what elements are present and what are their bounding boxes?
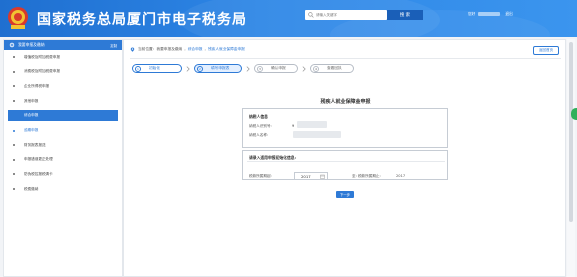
- step-receipt: 4 查看回执: [310, 64, 354, 73]
- divider: [247, 161, 445, 162]
- taxpayer-id-label: 纳税人识别号:: [249, 124, 272, 128]
- period-start-input[interactable]: 2017: [294, 172, 328, 180]
- chevron-right-icon: [186, 65, 190, 72]
- step-indicator: 1 初始化 2 填写申报表 3 确认申报 4 查看回执: [132, 64, 354, 73]
- step-number: 3: [257, 65, 263, 72]
- sidebar-item-label: 消费税及附加税费申报: [24, 69, 60, 74]
- sidebar-item-vat[interactable]: 增值税及附加税费申报: [4, 50, 122, 65]
- site-title: 国家税务总局厦门市电子税务局: [37, 12, 247, 28]
- step-label: 初始化: [149, 66, 161, 70]
- period-end-value: 2017: [396, 174, 406, 178]
- search-icon: [308, 12, 314, 18]
- form-title: 残疾人就业保障金申报: [320, 99, 371, 105]
- step-number: 1: [135, 65, 141, 72]
- bullet-icon: [13, 85, 15, 88]
- sidebar-item-other[interactable]: 其他申报: [4, 94, 122, 109]
- sidebar-item-consumption-tax[interactable]: 消费税及附加税费申报: [4, 65, 122, 80]
- floating-service-button[interactable]: [571, 108, 577, 120]
- sidebar-item-corporate-income-tax[interactable]: 企业所得税申报: [4, 79, 122, 94]
- sidebar-item-label: 综合申报: [24, 113, 39, 118]
- sidebar-item-financial-report[interactable]: 财务报表报送: [4, 138, 122, 153]
- sidebar: 我要申报及缴纳 定制 增值税及附加税费申报 消费税及附加税费申报 企业所得税申报…: [3, 39, 123, 277]
- section-title: 纳税人信息: [249, 114, 268, 119]
- bullet-icon: [13, 100, 15, 103]
- breadcrumb-root[interactable]: 我要申报及缴纳: [156, 47, 182, 52]
- search-input[interactable]: [316, 13, 386, 17]
- gear-icon: [9, 42, 15, 48]
- bullet-icon: [13, 70, 15, 73]
- sidebar-item-payment[interactable]: 税费缴纳: [4, 182, 122, 197]
- step-label: 确认申报: [271, 66, 286, 70]
- calendar-icon[interactable]: [320, 174, 325, 179]
- redacted-name: [293, 131, 341, 138]
- sidebar-item-correction[interactable]: 申报错误更正处理: [4, 153, 122, 168]
- search-button[interactable]: 搜 索: [387, 10, 423, 20]
- sidebar-header[interactable]: 我要申报及缴纳 定制: [4, 40, 122, 50]
- breadcrumb-separator: ›: [184, 47, 186, 52]
- logout-link[interactable]: 退出: [505, 11, 513, 17]
- bullet-icon: [13, 129, 15, 132]
- step-number: 4: [313, 65, 319, 72]
- step-label: 填写申报表: [211, 66, 230, 70]
- sidebar-item-label: 增值税及附加税费申报: [24, 54, 60, 59]
- customize-link[interactable]: 定制: [110, 43, 117, 48]
- user-area: 您好 退出: [468, 11, 513, 17]
- bullet-icon: [13, 173, 15, 176]
- search-box[interactable]: [305, 10, 387, 20]
- taxpayer-id-value: 9: [292, 124, 295, 128]
- breadcrumb-separator: ›: [204, 47, 206, 52]
- sidebar-item-label: 财务报表报送: [24, 142, 46, 147]
- bullet-icon: [13, 158, 15, 161]
- step-confirm: 3 确认申报: [254, 64, 298, 73]
- scrollbar-thumb[interactable]: [569, 42, 573, 222]
- sidebar-item-label: 申报错误更正处理: [24, 157, 53, 162]
- sidebar-item-label: 其他申报: [24, 98, 39, 103]
- step-label: 查看回执: [327, 66, 342, 70]
- tax-emblem-icon: [8, 7, 28, 29]
- breadcrumb-prefix: 当前位置：: [138, 47, 157, 51]
- next-step-button[interactable]: 下一步: [336, 191, 354, 198]
- sidebar-title: 我要申报及缴纳: [18, 42, 45, 47]
- greeting: 您好: [468, 11, 476, 16]
- chevron-right-icon: [246, 65, 250, 72]
- breadcrumb-current: 残疾人就业保障金申报: [207, 47, 245, 51]
- taxpayer-name-label: 纳税人名称:: [249, 133, 269, 137]
- user-name: [478, 12, 501, 16]
- bullet-icon: [13, 56, 15, 59]
- sidebar-item-overdue[interactable]: 逾期申报: [4, 123, 122, 138]
- step-fill-form: 2 填写申报表: [194, 64, 242, 73]
- back-home-button[interactable]: 返回首页: [533, 46, 559, 55]
- period-end-label: 至: 税款所属期止:: [352, 174, 381, 178]
- bullet-icon: [13, 144, 15, 147]
- sidebar-item-label: 税费缴纳: [24, 186, 39, 191]
- main-panel: 当前位置： 我要申报及缴纳 › 综合申报 › 残疾人就业保障金申报 返回首页 1…: [123, 39, 566, 277]
- sidebar-item-label: 逾期申报: [24, 128, 39, 133]
- sidebar-item-label: 企业所得税申报: [24, 83, 50, 88]
- sidebar-item-label: 防伪税控报税清卡: [24, 171, 53, 176]
- sidebar-item-tax-control[interactable]: 防伪税控报税清卡: [4, 167, 122, 182]
- sidebar-item-comprehensive[interactable]: 综合申报: [8, 110, 118, 122]
- period-start-label: 税款所属期起:: [249, 174, 272, 178]
- period-start-value: 2017: [301, 173, 311, 179]
- period-section: 请录入适用申报初始化信息: 税款所属期起: 2017 至: 税款所属期止: 20…: [242, 150, 448, 180]
- location-pin-icon: [130, 47, 135, 52]
- step-number: 2: [197, 65, 203, 72]
- breadcrumb-mid[interactable]: 综合申报: [188, 47, 203, 52]
- divider: [130, 58, 561, 59]
- taxpayer-info-section: 纳税人信息 纳税人识别号: 9 纳税人名称:: [242, 108, 448, 148]
- breadcrumb: 当前位置： 我要申报及缴纳 › 综合申报 › 残疾人就业保障金申报: [130, 47, 245, 52]
- chevron-right-icon: [302, 65, 306, 72]
- redacted-id: [297, 121, 327, 128]
- top-header: 国家税务总局厦门市电子税务局 搜 索 您好 退出: [0, 0, 577, 37]
- bullet-icon: [13, 188, 15, 191]
- step-init: 1 初始化: [132, 64, 182, 73]
